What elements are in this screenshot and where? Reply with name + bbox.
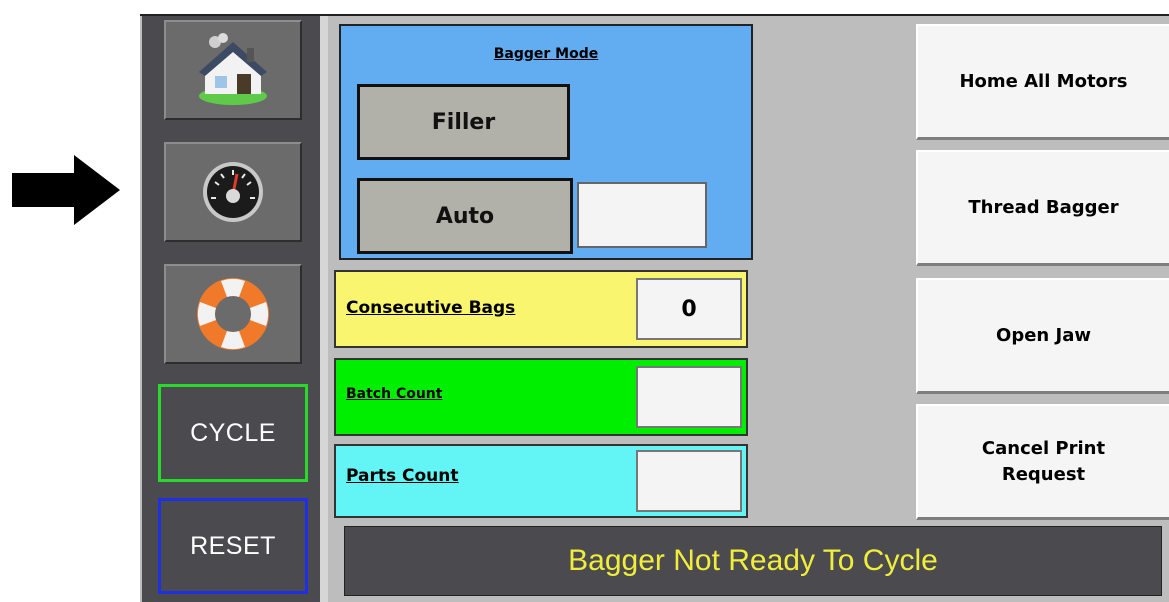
bagger-mode-panel: Bagger Mode Filler Auto: [339, 24, 753, 260]
help-button[interactable]: [164, 264, 302, 364]
home-icon: [199, 33, 267, 105]
auto-button[interactable]: Auto: [357, 178, 573, 254]
cancel-print-request-button[interactable]: Cancel Print Request: [916, 404, 1169, 520]
open-jaw-button[interactable]: Open Jaw: [916, 278, 1169, 394]
arrow-right-icon: [12, 155, 120, 225]
filler-label: Filler: [431, 109, 496, 135]
cycle-label: CYCLE: [190, 418, 276, 447]
cycle-button[interactable]: CYCLE: [158, 384, 308, 482]
parts-count-label: Parts Count: [346, 466, 459, 486]
status-message: Bagger Not Ready To Cycle: [568, 544, 938, 577]
batch-count-value[interactable]: [636, 366, 742, 428]
gauge-icon: [203, 162, 263, 222]
gauge-button[interactable]: [164, 142, 302, 242]
home-button[interactable]: [164, 20, 302, 120]
cancel-print-label-line2: Request: [1001, 463, 1086, 485]
thread-bagger-button[interactable]: Thread Bagger: [916, 150, 1169, 266]
batch-count-row: Batch Count: [334, 358, 748, 436]
sidebar-divider: [320, 16, 328, 602]
thread-bagger-label: Thread Bagger: [968, 196, 1119, 218]
parts-count-row: Parts Count: [334, 444, 748, 518]
auto-label: Auto: [435, 203, 495, 229]
consecutive-bags-row: Consecutive Bags 0: [334, 270, 748, 348]
status-bar: Bagger Not Ready To Cycle: [344, 526, 1162, 596]
bagger-mode-title: Bagger Mode: [493, 46, 599, 62]
batch-count-label: Batch Count: [346, 386, 443, 402]
consecutive-bags-value[interactable]: 0: [636, 278, 742, 340]
auto-value-field[interactable]: [577, 182, 707, 248]
lifebuoy-icon: [197, 278, 269, 350]
reset-button[interactable]: RESET: [158, 498, 308, 594]
home-all-motors-button[interactable]: Home All Motors: [916, 24, 1169, 140]
consecutive-bags-label: Consecutive Bags: [346, 298, 516, 318]
parts-count-value[interactable]: [636, 450, 742, 512]
cancel-print-label-line1: Cancel Print: [981, 437, 1106, 459]
reset-label: RESET: [190, 531, 276, 560]
home-all-motors-label: Home All Motors: [959, 70, 1128, 92]
open-jaw-label: Open Jaw: [996, 324, 1091, 346]
filler-button[interactable]: Filler: [357, 84, 570, 160]
